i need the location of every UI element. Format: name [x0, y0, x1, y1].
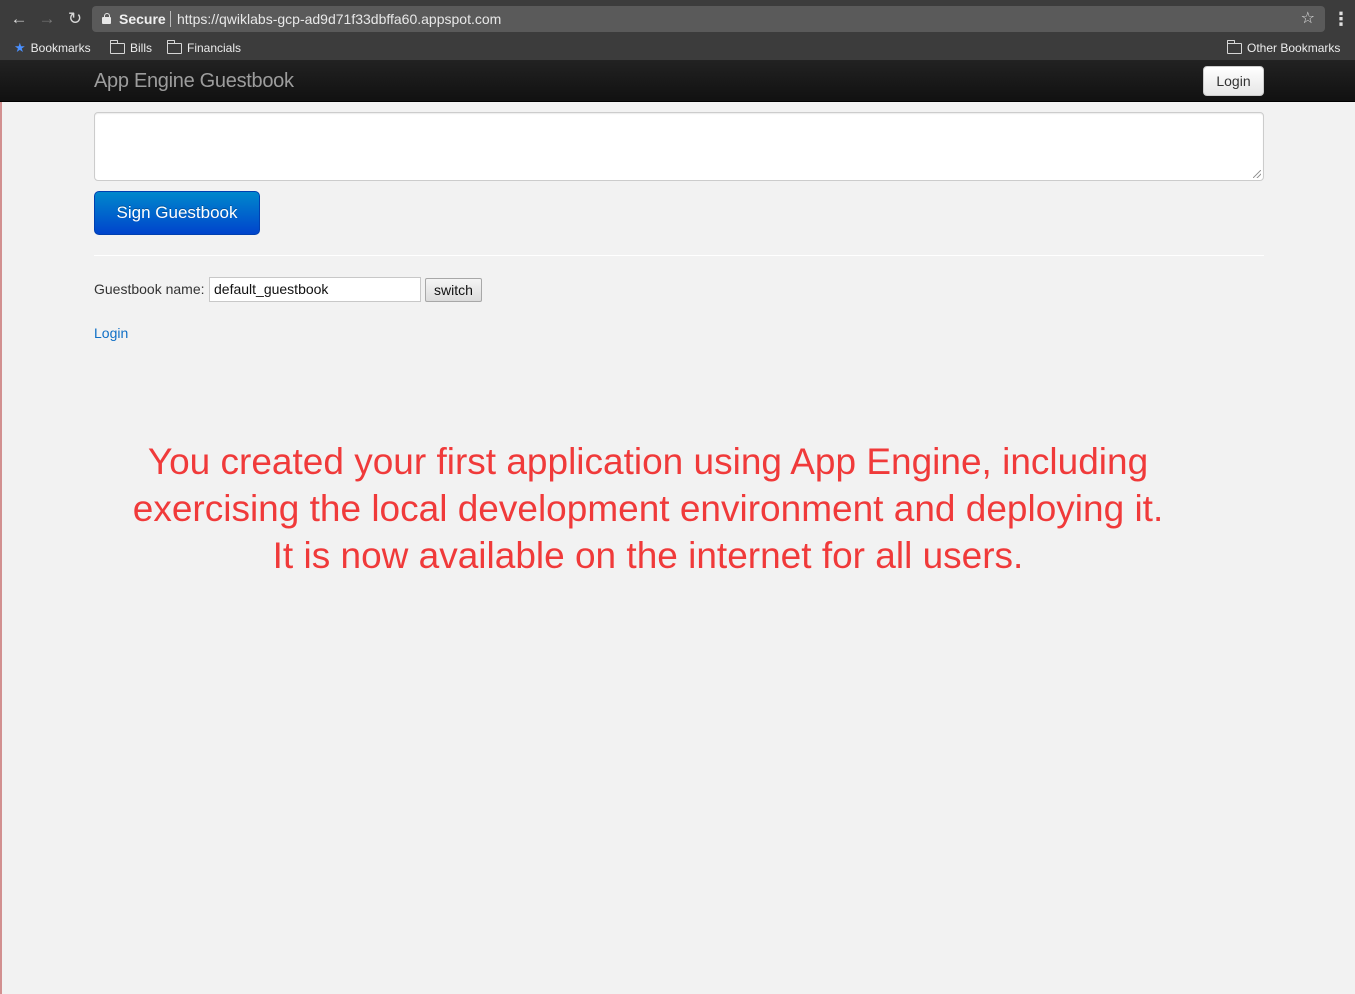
window-edge	[0, 102, 2, 994]
resize-grip-icon[interactable]	[1253, 170, 1261, 178]
star-outline-icon[interactable]: ☆	[1301, 6, 1315, 32]
guestbook-name-input[interactable]: default_guestbook	[209, 277, 421, 302]
reload-icon[interactable]: ↻	[64, 8, 86, 30]
switch-button[interactable]: switch	[425, 278, 482, 302]
guestbook-message-textarea[interactable]	[94, 112, 1264, 181]
secure-label: Secure	[119, 11, 166, 27]
folder-icon	[166, 39, 182, 54]
message-line-2: exercising the local development environ…	[132, 488, 1164, 529]
bookmark-label: Bills	[130, 41, 153, 55]
bookmarks-bar: ★ Bookmarks Bills Financials Other Bookm…	[0, 36, 1355, 60]
kebab-menu-icon[interactable]: ⋮	[1332, 8, 1350, 30]
login-link[interactable]: Login	[94, 324, 128, 342]
bookmark-label: Financials	[187, 41, 242, 55]
address-bar[interactable]: Secure https://qwiklabs-gcp-ad9d71f33dbf…	[92, 6, 1325, 32]
address-separator	[170, 11, 171, 27]
lock-icon	[102, 13, 111, 24]
bookmark-folder-bills[interactable]: Bills	[109, 36, 153, 60]
bookmark-label: Other Bookmarks	[1247, 41, 1341, 55]
guestbook-name-label: Guestbook name:	[94, 281, 205, 297]
divider	[94, 255, 1264, 256]
completion-message: You created your first application using…	[48, 438, 1248, 579]
browser-toolbar: ← → ↻ Secure https://qwiklabs-gcp-ad9d71…	[0, 0, 1355, 60]
navbar-login-button[interactable]: Login	[1203, 66, 1264, 96]
sign-guestbook-button[interactable]: Sign Guestbook	[94, 191, 260, 235]
message-line-3: It is now available on the internet for …	[272, 535, 1024, 576]
star-icon: ★	[14, 40, 26, 55]
url-text[interactable]: https://qwiklabs-gcp-ad9d71f33dbffa60.ap…	[177, 6, 501, 32]
arrow-right-icon[interactable]: →	[36, 8, 58, 30]
arrow-left-icon[interactable]: ←	[8, 8, 30, 30]
folder-icon	[1226, 39, 1242, 54]
bookmark-folder-other[interactable]: Other Bookmarks	[1226, 36, 1341, 60]
bookmark-label: Bookmarks	[30, 41, 91, 55]
app-navbar: App Engine Guestbook Login	[0, 60, 1355, 102]
bookmark-folder-financials[interactable]: Financials	[166, 36, 242, 60]
app-brand[interactable]: App Engine Guestbook	[94, 60, 294, 102]
bookmark-bookmarks[interactable]: ★ Bookmarks	[14, 36, 91, 60]
folder-icon	[109, 39, 125, 54]
message-line-1: You created your first application using…	[147, 441, 1149, 482]
